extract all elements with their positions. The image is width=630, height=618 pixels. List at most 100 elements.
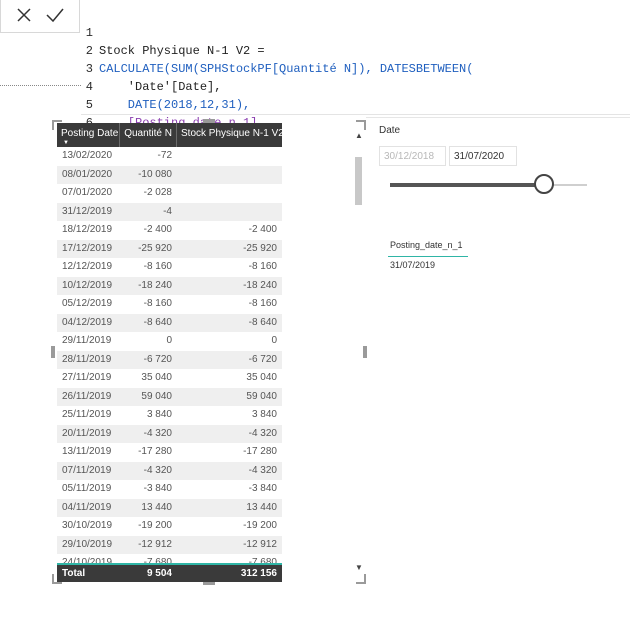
table-row[interactable]: 17/12/2019 -25 920 -25 920 [57,239,282,258]
cell-quantite: 3 840 [146,409,172,420]
cell-posting-date: 17/12/2019 [62,242,113,254]
cell-stock: -2 400 [248,224,277,235]
cell-quantite: -6 720 [143,353,172,365]
cell-quantite: -72 [157,150,172,161]
cell-posting-date: 07/11/2019 [62,464,112,476]
table-row[interactable]: 12/12/2019 -8 160 -8 160 [57,258,282,277]
date-slider-handle[interactable] [533,174,554,194]
table-row[interactable]: 04/12/2019 -8 640 -8 640 [57,313,282,332]
end-date-input[interactable]: 31/07/2020 [449,146,517,166]
table-row[interactable]: 28/11/2019 -6 720 -6 720 [57,350,282,369]
cell-posting-date: 30/10/2019 [62,520,113,531]
cell-stock [177,184,282,203]
cell-quantite: -2 028 [143,187,172,198]
table-visual[interactable]: Posting Date ▼ Quantité N Stock Physique… [51,119,367,585]
cell-stock: 35 040 [246,372,277,383]
divider [366,117,630,118]
formula-actions [0,0,80,33]
cell-quantite: 13 440 [141,501,172,513]
cell-stock: -4 320 [248,464,277,476]
slicer-title: Date [379,125,401,136]
cell-stock: -12 912 [243,538,277,550]
cell-stock: 3 840 [251,409,277,420]
cell-posting-date: 04/11/2019 [62,501,112,513]
cell-stock: -17 280 [243,446,277,457]
column-header-posting-date[interactable]: Posting Date ▼ [57,123,120,147]
table-row[interactable]: 31/12/2019 -4 [57,202,282,222]
checkmark-icon[interactable] [45,6,65,24]
cell-stock: -18 240 [243,279,277,291]
close-icon[interactable] [15,6,33,24]
cell-stock: -8 160 [248,261,277,272]
cell-stock [177,203,282,222]
cell-stock: -3 840 [248,483,277,494]
cell-stock: -19 200 [243,520,277,531]
cell-posting-date: 13/02/2020 [62,150,113,161]
formula-code: Stock Physique N-1 V2 = [99,44,265,58]
table-row[interactable]: 05/11/2019 -3 840 -3 840 [57,480,282,499]
cell-quantite: -8 160 [143,298,172,309]
chevron-down-icon[interactable]: ▼ [355,563,363,572]
cell-posting-date: 25/11/2019 [62,409,112,420]
cell-quantite: -19 200 [138,520,172,531]
table-header: Posting Date ▼ Quantité N Stock Physique… [57,123,284,147]
table-row[interactable]: 29/10/2019 -12 912 -12 912 [57,535,282,554]
card-label: Posting_date_n_1 [390,240,463,250]
cell-stock: -6 720 [248,353,277,365]
cell-stock: -8 160 [248,298,277,309]
table-row[interactable]: 18/12/2019 -2 400 -2 400 [57,221,282,240]
cell-posting-date: 28/11/2019 [62,353,112,365]
table-row[interactable]: 13/11/2019 -17 280 -17 280 [57,443,282,462]
formula-line: 4 DATE(2018,12,31), [81,60,250,112]
cell-quantite: -4 320 [143,427,172,439]
formula-line: 6 )) [81,96,142,148]
chevron-up-icon[interactable]: ▲ [355,131,363,140]
table-row[interactable]: 13/02/2020 -72 [57,147,282,166]
cell-posting-date: 12/12/2019 [62,261,113,272]
cell-posting-date: 31/12/2019 [62,205,113,217]
vertical-scrollbar[interactable]: ▲ ▼ [354,128,364,578]
column-header-quantite[interactable]: Quantité N [120,123,177,147]
cell-posting-date: 07/01/2020 [62,187,113,198]
total-quantite: 9 504 [146,568,172,579]
table-row[interactable]: 05/12/2019 -8 160 -8 160 [57,295,282,314]
table-row[interactable]: 26/11/2019 59 040 59 040 [57,387,282,406]
table-row[interactable]: 20/11/2019 -4 320 -4 320 [57,424,282,443]
cell-quantite: -2 400 [143,224,172,235]
cell-quantite: -8 640 [143,316,172,328]
formula-code: CALCULATE(SUM(SPHStockPF[Quantité N]), D… [99,62,474,76]
cell-quantite: -4 [163,205,172,217]
resize-handle[interactable] [51,346,55,358]
cell-stock: 0 [271,335,277,346]
formula-code: DATE(2018,12,31), [99,98,251,112]
cell-posting-date: 27/11/2019 [62,372,112,383]
cell-posting-date: 26/11/2019 [62,390,112,402]
formula-editor[interactable]: 1 Stock Physique N-1 V2 = 2 CALCULATE(SU… [81,0,630,148]
scrollbar-thumb[interactable] [355,157,362,205]
table-row[interactable]: 07/11/2019 -4 320 -4 320 [57,461,282,480]
formula-line: 1 Stock Physique N-1 V2 = [81,6,265,58]
start-date-input[interactable]: 30/12/2018 [379,146,446,166]
table-row[interactable]: 25/11/2019 3 840 3 840 [57,406,282,425]
formula-line: 5 [Posting_date_n_1] [81,78,258,130]
date-slider-fill [390,183,544,187]
formula-code: 'Date'[Date], [99,80,222,94]
table-row[interactable]: 29/11/2019 0 0 [57,332,282,351]
table-row[interactable]: 07/01/2020 -2 028 [57,184,282,203]
cell-posting-date: 18/12/2019 [62,224,113,235]
column-header-stock[interactable]: Stock Physique N-1 V2 [177,123,284,147]
cell-posting-date: 08/01/2020 [62,168,113,180]
table-row[interactable]: 08/01/2020 -10 080 [57,165,282,184]
cell-stock: -4 320 [248,427,277,439]
table-row[interactable]: 10/12/2019 -18 240 -18 240 [57,276,282,295]
table-row[interactable]: 30/10/2019 -19 200 -19 200 [57,517,282,536]
column-header-label: Posting Date [61,128,119,139]
table-row[interactable]: 04/11/2019 13 440 13 440 [57,498,282,517]
table-total-row: Total 9 504 312 156 [57,563,282,582]
table-row[interactable]: 27/11/2019 35 040 35 040 [57,369,282,388]
table-body: 13/02/2020 -72 08/01/2020 -10 080 07/01/2020… [57,147,282,569]
cell-posting-date: 04/12/2019 [62,316,113,328]
divider [0,85,81,86]
cell-stock: 59 040 [246,390,277,402]
total-label: Total [62,568,86,579]
